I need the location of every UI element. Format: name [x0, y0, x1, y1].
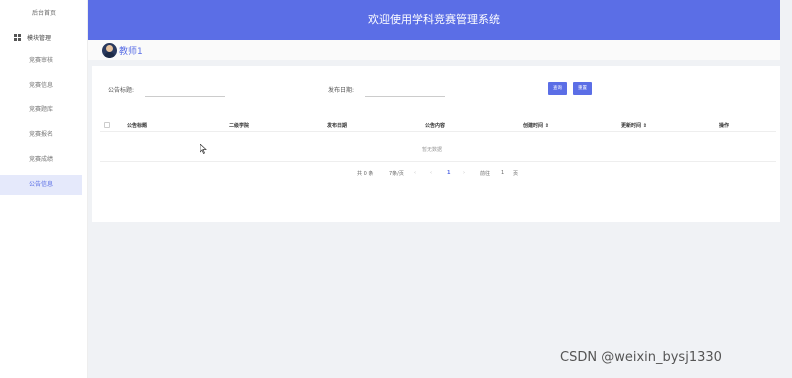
- user-bar: 教师1: [88, 40, 780, 60]
- sidebar-item-announcements[interactable]: 公告信息: [0, 175, 82, 195]
- pagination-prev-disabled: ‹: [414, 170, 416, 176]
- title-filter-label: 公告标题:: [108, 87, 135, 94]
- app-header: 欢迎使用学科竞赛管理系统: [88, 0, 780, 40]
- table-header: 公告标题 二级学院 发布日期 公告内容 创建时间 ⇕ 更新时间 ⇕ 操作: [100, 118, 776, 132]
- column-header: 公告内容: [425, 123, 446, 129]
- sidebar-home-link[interactable]: 后台首页: [0, 8, 88, 17]
- sidebar-item-competition-review[interactable]: 竞赛审核: [0, 51, 82, 71]
- sidebar-item-registration[interactable]: 竞赛报名: [0, 125, 82, 145]
- column-header: 发布日期: [327, 123, 348, 129]
- sidebar-item-competition-info[interactable]: 竞赛信息: [0, 76, 82, 96]
- column-header: 二级学院: [229, 123, 250, 129]
- query-button[interactable]: 查询: [548, 82, 567, 95]
- sidebar-module-group[interactable]: 模块管理: [14, 32, 51, 42]
- title-filter-input[interactable]: [145, 96, 225, 97]
- column-header-sortable[interactable]: 创建时间 ⇕: [523, 122, 549, 129]
- reset-button[interactable]: 重置: [573, 82, 592, 95]
- watermark: CSDN @weixin_bysj1330: [560, 350, 722, 365]
- column-header: 公告标题: [127, 123, 148, 129]
- date-filter-input[interactable]: [365, 96, 445, 97]
- content-card: 公告标题: 发布日期: 查询 重置 公告标题 二级学院 发布日期 公告内容 创建…: [92, 66, 780, 222]
- pagination-total: 共 0 条: [357, 171, 374, 177]
- column-header-sortable[interactable]: 更新时间 ⇕: [621, 122, 647, 129]
- app-title: 欢迎使用学科竞赛管理系统: [368, 13, 500, 26]
- table-divider: [100, 161, 776, 162]
- pagination-goto-label: 前往: [480, 171, 491, 177]
- pagination-goto-suffix: 页: [513, 171, 519, 177]
- select-all-checkbox[interactable]: [104, 122, 110, 128]
- date-filter-label: 发布日期:: [328, 87, 355, 94]
- pagination-prev[interactable]: ‹: [430, 170, 432, 176]
- grid-icon: [14, 33, 21, 41]
- pagination-goto-input[interactable]: 1: [501, 170, 504, 176]
- sidebar: 后台首页 模块管理 竞赛审核 竞赛信息 竞赛题库 竞赛报名 竞赛成绩 公告信息: [0, 0, 88, 378]
- empty-state-text: 暂无数据: [422, 147, 443, 153]
- pagination-page-current[interactable]: 1: [447, 170, 450, 176]
- pagination-next[interactable]: ›: [463, 170, 465, 176]
- column-header: 操作: [719, 123, 730, 129]
- sidebar-group-label: 模块管理: [27, 34, 52, 42]
- avatar[interactable]: [102, 43, 117, 58]
- username[interactable]: 教师1: [119, 44, 143, 57]
- page-size-select[interactable]: 7条/页: [389, 170, 404, 177]
- sidebar-item-scores[interactable]: 竞赛成绩: [0, 150, 82, 170]
- sidebar-item-question-bank[interactable]: 竞赛题库: [0, 100, 82, 120]
